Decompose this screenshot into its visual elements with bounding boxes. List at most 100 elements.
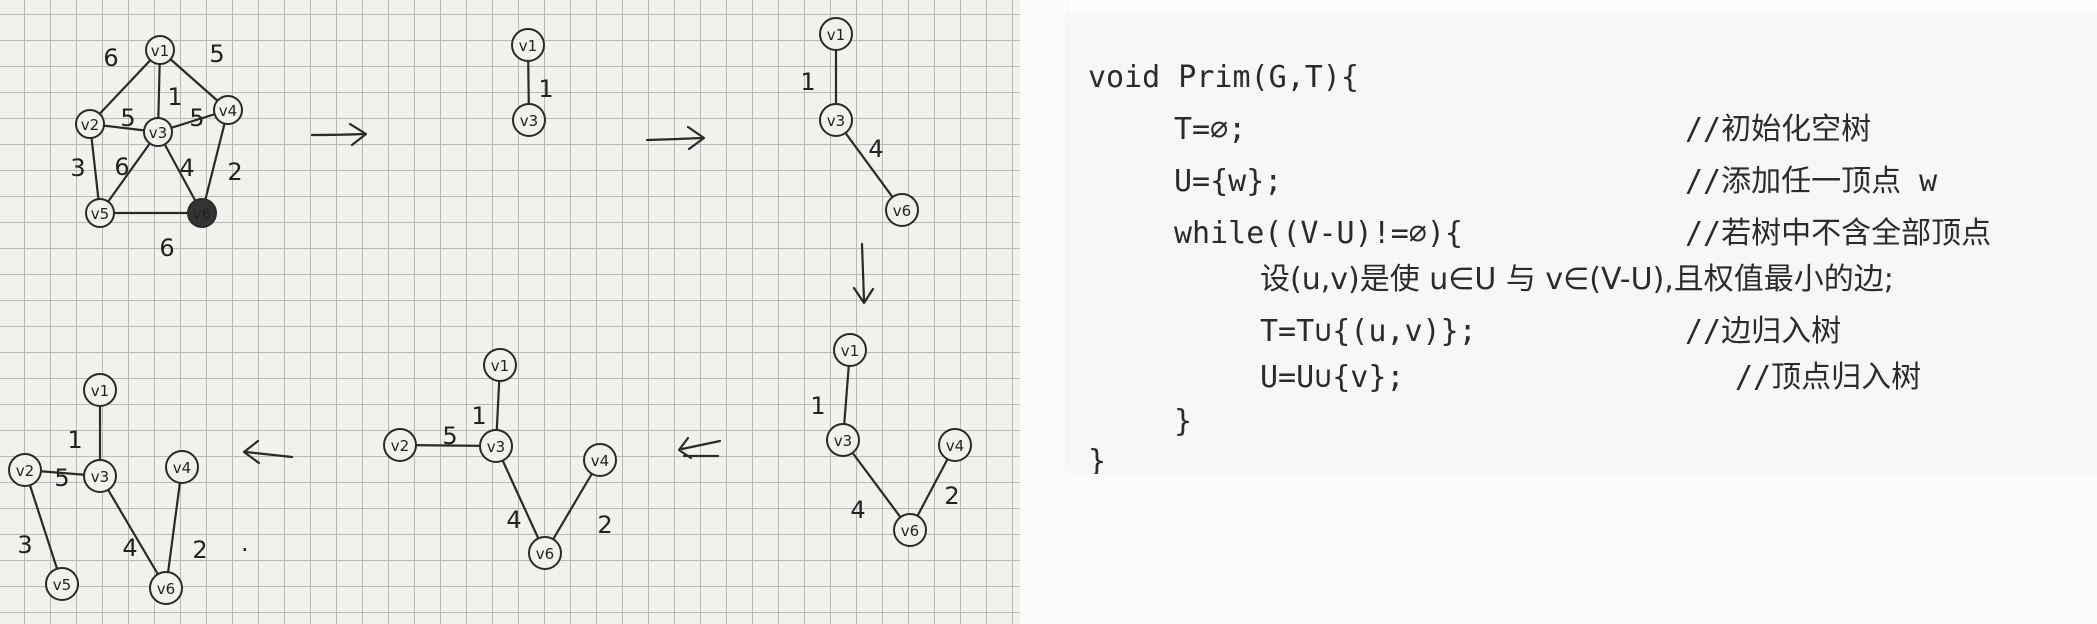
step-3-node-label-v1: v1 bbox=[841, 342, 859, 360]
full-graph-weight-v2-v3: 5 bbox=[120, 104, 135, 132]
step-5-weight-v2-v3: 5 bbox=[54, 464, 69, 492]
full-graph-weight-v3-v6: 4 bbox=[179, 154, 194, 182]
step-3-node-v3: v3 bbox=[826, 423, 860, 457]
code-comment-6: //边归入树 bbox=[1685, 314, 1842, 349]
step-3-weight-v1-v3: 1 bbox=[810, 392, 825, 420]
prim-steps-diagram: 6155 53 6 4 261 1414 2154 2153 4 2 v1v2 v3v4v5 v6v1… bbox=[8, 17, 972, 605]
full-graph-weight-v2-v5: 3 bbox=[70, 154, 85, 182]
arrow-left-2 bbox=[242, 439, 294, 465]
step-1-node-label-v3: v3 bbox=[520, 112, 538, 130]
step-4-node-v6: v6 bbox=[528, 536, 562, 570]
full-graph-weight-v4-v6: 2 bbox=[227, 158, 242, 186]
code-line-5: 设(u,v)是使 u∈U 与 v∈(V-U),且权值最小的边; bbox=[1260, 262, 1894, 297]
step-5-node-v4: v4 bbox=[165, 450, 199, 484]
arrow-left-1 bbox=[677, 436, 722, 460]
step-5-weight-v2-v5: 3 bbox=[17, 531, 32, 559]
full-graph-node-label-v5: v5 bbox=[91, 205, 109, 223]
step-1-node-v3: v3 bbox=[512, 103, 546, 137]
step-3-node-label-v6: v6 bbox=[901, 522, 919, 540]
step-2-node-v1: v1 bbox=[819, 17, 853, 51]
code-line-2: T=∅; bbox=[1174, 112, 1247, 147]
step-3-node-v6: v6 bbox=[893, 513, 927, 547]
step-4-weight-v1-v3: 1 bbox=[471, 402, 486, 430]
full-graph-node-v1: v1 bbox=[145, 35, 175, 65]
step-4-node-label-v6: v6 bbox=[536, 545, 554, 563]
full-graph-node-v6: v6 bbox=[187, 198, 217, 228]
full-graph-weight-v3-v4: 5 bbox=[189, 104, 204, 132]
step-5-node-v3: v3 bbox=[83, 459, 117, 493]
code-line-4: while((V-U)!=∅){ bbox=[1174, 216, 1463, 251]
final-mark: . bbox=[241, 529, 249, 557]
step-2-node-v6: v6 bbox=[885, 193, 919, 227]
step-5-node-label-v4: v4 bbox=[173, 459, 191, 477]
full-graph-edge-v4-v6 bbox=[200, 108, 230, 215]
right-blank-area bbox=[1070, 474, 2097, 624]
step-5-node-label-v1: v1 bbox=[91, 382, 109, 400]
step-2-node-label-v1: v1 bbox=[827, 26, 845, 44]
step-4-node-label-v1: v1 bbox=[491, 357, 509, 375]
edges-layer bbox=[23, 32, 957, 590]
full-graph-node-label-v1: v1 bbox=[151, 42, 169, 60]
step-4-node-label-v3: v3 bbox=[487, 438, 505, 456]
code-line-6: T=T∪{(u,v)}; bbox=[1260, 314, 1477, 349]
code-comment-4: //若树中不含全部顶点 bbox=[1685, 216, 1992, 251]
step-4-weight-v3-v6: 4 bbox=[506, 506, 521, 534]
step-4-node-label-v4: v4 bbox=[591, 452, 609, 470]
step-5-node-label-v3: v3 bbox=[91, 468, 109, 486]
step-3-node-v1: v1 bbox=[833, 333, 867, 367]
code-comment-2: //初始化空树 bbox=[1685, 112, 1872, 147]
step-3-weight-v4-v6: 2 bbox=[944, 482, 959, 510]
step-5-node-v5: v5 bbox=[45, 567, 79, 601]
full-graph-node-v2: v2 bbox=[75, 109, 105, 139]
step-5-weight-v3-v6: 4 bbox=[122, 534, 137, 562]
full-graph-node-label-v4: v4 bbox=[219, 102, 237, 120]
step-4-edge-v3-v6 bbox=[494, 444, 547, 555]
step-5-node-v1: v1 bbox=[83, 373, 117, 407]
step-5-weight-v1-v3: 1 bbox=[67, 426, 82, 454]
full-graph-weight-v5-v6: 6 bbox=[159, 234, 174, 262]
full-graph-node-v4: v4 bbox=[213, 95, 243, 125]
step-4-weight-v4-v6: 2 bbox=[597, 511, 612, 539]
arrow-down bbox=[852, 242, 875, 305]
full-graph-weight-v3-v5: 6 bbox=[114, 153, 129, 181]
step-5-edge-v4-v6 bbox=[164, 465, 184, 590]
full-graph-node-label-v2: v2 bbox=[81, 116, 99, 134]
step-5-node-label-v6: v6 bbox=[157, 580, 175, 598]
step-5-node-v6: v6 bbox=[149, 571, 183, 605]
full-graph-node-label-v6: v6 bbox=[193, 205, 211, 223]
code-comment-7: //顶点归入树 bbox=[1735, 360, 1922, 395]
step-2-weight-v1-v3: 1 bbox=[800, 68, 815, 96]
step-5-node-v2: v2 bbox=[8, 453, 42, 487]
full-graph-weight-v1-v3: 1 bbox=[167, 83, 182, 111]
step-4-node-v4: v4 bbox=[583, 443, 617, 477]
full-graph-weight-v1-v2: 6 bbox=[103, 44, 118, 72]
step-1-node-label-v1: v1 bbox=[519, 37, 537, 55]
canvas: 6155536426114142154215342 v1 v2 v3 v4 v5 v6 v1… bbox=[0, 0, 2097, 624]
step-5-node-label-v5: v5 bbox=[53, 576, 71, 594]
nodes-layer: v1 v2 v3 v4 v5 v6 v1 v3 v1 v3 v6 v1 v3 v4 v6 v1 v2 v3 v4 v6… bbox=[8, 17, 972, 605]
step-3-node-label-v4: v4 bbox=[946, 437, 964, 455]
step-2-node-label-v6: v6 bbox=[893, 202, 911, 220]
step-4-node-v1: v1 bbox=[483, 348, 517, 382]
step-5-weight-v4-v6: 2 bbox=[192, 536, 207, 564]
arrows-layer bbox=[242, 122, 875, 465]
panel-gap bbox=[1020, 0, 1070, 624]
step-5-edge-v3-v6 bbox=[98, 474, 168, 590]
step-4-node-label-v2: v2 bbox=[391, 437, 409, 455]
step-1-weight-v1-v3: 1 bbox=[538, 75, 553, 103]
step-2-node-v3: v3 bbox=[819, 103, 853, 137]
full-graph-node-v3: v3 bbox=[143, 117, 173, 147]
arrow-right-2 bbox=[645, 125, 706, 151]
step-3-weight-v3-v6: 4 bbox=[850, 496, 865, 524]
step-4-node-v2: v2 bbox=[383, 428, 417, 462]
code-line-1: void Prim(G,T){ bbox=[1088, 60, 1359, 95]
code-line-3: U={w}; bbox=[1174, 164, 1283, 199]
prim-code-panel: void Prim(G,T){ T=∅; //初始化空树 U={w}; //添加… bbox=[1070, 14, 2097, 479]
arrow-right-1 bbox=[310, 122, 368, 147]
step-5-node-label-v2: v2 bbox=[16, 462, 34, 480]
step-4-weight-v2-v3: 5 bbox=[442, 422, 457, 450]
code-line-7: U=U∪{v}; bbox=[1260, 360, 1405, 395]
step-1-node-v1: v1 bbox=[511, 28, 545, 62]
full-graph-node-v5: v5 bbox=[85, 198, 115, 228]
full-graph-weight-v1-v4: 5 bbox=[209, 40, 224, 68]
